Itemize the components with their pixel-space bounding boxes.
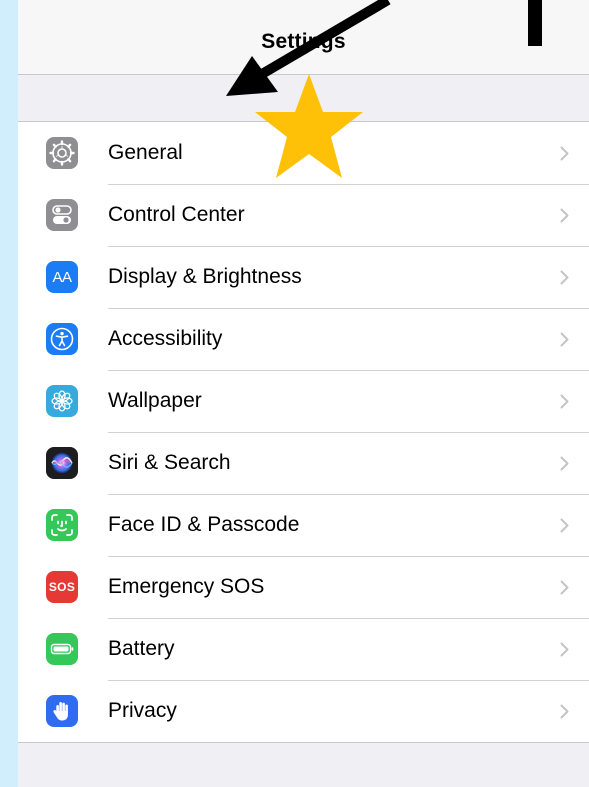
settings-row-face-id-passcode[interactable]: Face ID & Passcode (18, 494, 589, 556)
settings-row-label: Emergency SOS (108, 575, 265, 598)
siri-icon (46, 447, 78, 479)
toggles-icon (46, 199, 78, 231)
settings-row-siri-search[interactable]: Siri & Search (18, 432, 589, 494)
settings-row-control-center[interactable]: Control Center (18, 184, 589, 246)
settings-row-label: Battery (108, 637, 175, 660)
chevron-right-icon (560, 270, 569, 290)
settings-row-display-brightness[interactable]: AA Display & Brightness (18, 246, 589, 308)
face-id-icon (46, 509, 78, 541)
settings-row-privacy[interactable]: Privacy (18, 680, 589, 742)
settings-row-general[interactable]: General (18, 122, 589, 184)
settings-row-label: Privacy (108, 699, 177, 722)
settings-row-label: Wallpaper (108, 389, 202, 412)
settings-row-label: Display & Brightness (108, 265, 302, 288)
settings-list: General Control Center AA Display & Brig… (18, 121, 589, 743)
settings-screen: Settings General Control Center AA Displ… (18, 0, 589, 787)
chevron-right-icon (560, 642, 569, 662)
sos-icon: SOS (46, 571, 78, 603)
chevron-right-icon (560, 332, 569, 352)
chevron-right-icon (560, 456, 569, 476)
accessibility-icon (46, 323, 78, 355)
settings-row-label: Accessibility (108, 327, 223, 350)
chevron-right-icon (560, 580, 569, 600)
settings-row-label: Face ID & Passcode (108, 513, 300, 536)
flower-icon (46, 385, 78, 417)
icon-glyph: AA (52, 268, 72, 286)
settings-row-label: General (108, 141, 183, 164)
chevron-right-icon (560, 394, 569, 414)
settings-row-accessibility[interactable]: Accessibility (18, 308, 589, 370)
settings-row-wallpaper[interactable]: Wallpaper (18, 370, 589, 432)
chevron-right-icon (560, 704, 569, 724)
page-title: Settings (261, 30, 346, 53)
text-size-icon: AA (46, 261, 78, 293)
navigation-bar: Settings (18, 0, 589, 75)
chevron-right-icon (560, 518, 569, 538)
settings-row-label: Control Center (108, 203, 245, 226)
battery-icon (46, 633, 78, 665)
settings-row-battery[interactable]: Battery (18, 618, 589, 680)
hand-icon (46, 695, 78, 727)
icon-glyph: SOS (48, 580, 76, 594)
chevron-right-icon (560, 146, 569, 166)
section-spacer (18, 75, 589, 121)
gear-icon (46, 137, 78, 169)
settings-row-emergency-sos[interactable]: SOS Emergency SOS (18, 556, 589, 618)
settings-row-label: Siri & Search (108, 451, 231, 474)
chevron-right-icon (560, 208, 569, 228)
